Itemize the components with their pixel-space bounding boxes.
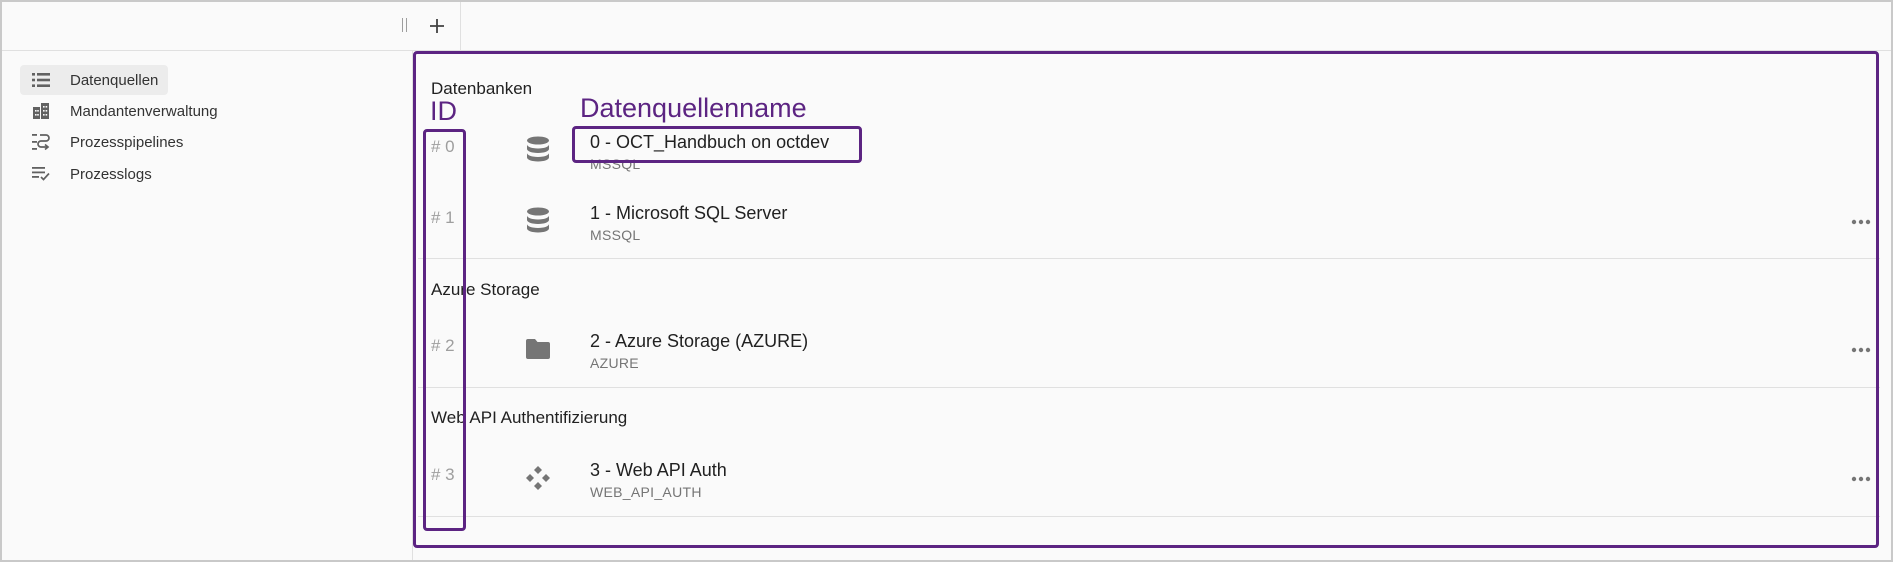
pipeline-icon [30,132,52,152]
buildings-icon [30,101,52,121]
add-datasource-button[interactable] [414,2,461,50]
sidebar-item-mandantenverwaltung[interactable]: Mandantenverwaltung [20,96,228,126]
sidebar-item-prozesspipelines[interactable]: Prozesspipelines [20,127,193,157]
datasource-list: Datenbanken ID Datenquellenname # 0 0 - … [413,51,1891,560]
app-window: Datenquellen Mandantenverwaltung Prozess… [0,0,1893,562]
sidebar-item-label: Datenquellen [70,71,159,89]
annotation-id-box [423,129,466,531]
sidebar-item-datenquellen[interactable]: Datenquellen [20,65,169,95]
checklist-icon [30,164,52,184]
plus-icon [430,19,444,33]
sidebar-item-prozesslogs[interactable]: Prozesslogs [20,159,162,189]
drag-handle-icon[interactable] [400,18,408,36]
top-toolbar [2,2,1891,51]
sidebar-item-label: Prozesspipelines [70,133,184,151]
sidebar-item-label: Mandantenverwaltung [70,102,218,120]
sidebar: Datenquellen Mandantenverwaltung Prozess… [2,51,413,560]
list-icon [30,70,52,90]
annotation-name-box [572,126,862,163]
sidebar-item-label: Prozesslogs [70,165,152,183]
